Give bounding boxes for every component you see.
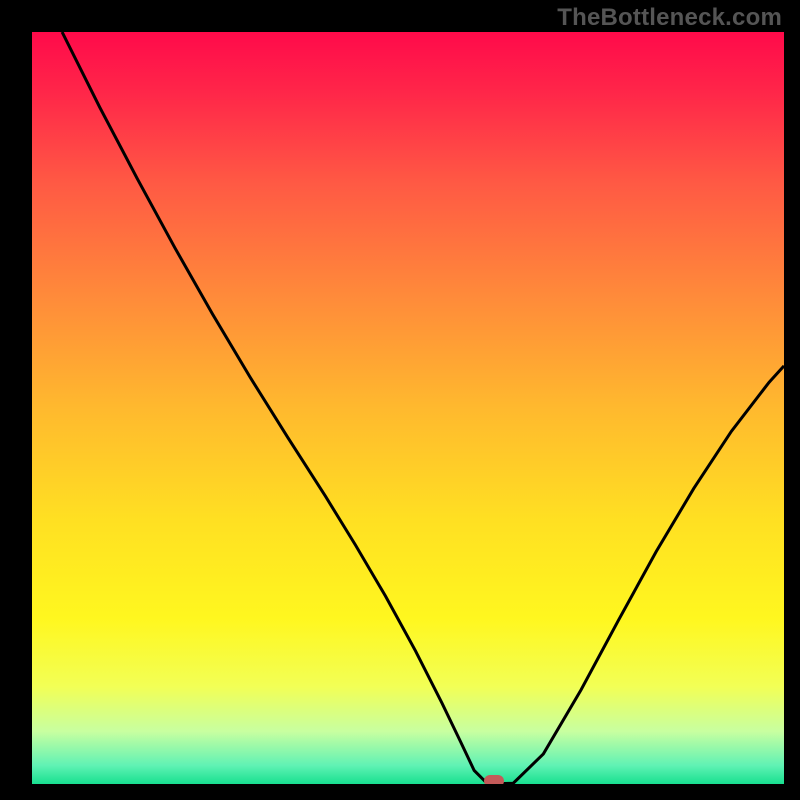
chart-frame: TheBottleneck.com [0, 0, 800, 800]
optimal-point-marker [484, 775, 504, 784]
bottleneck-curve [62, 32, 784, 784]
plot-area [32, 32, 784, 784]
curve-layer [32, 32, 784, 784]
watermark-text: TheBottleneck.com [557, 4, 782, 32]
